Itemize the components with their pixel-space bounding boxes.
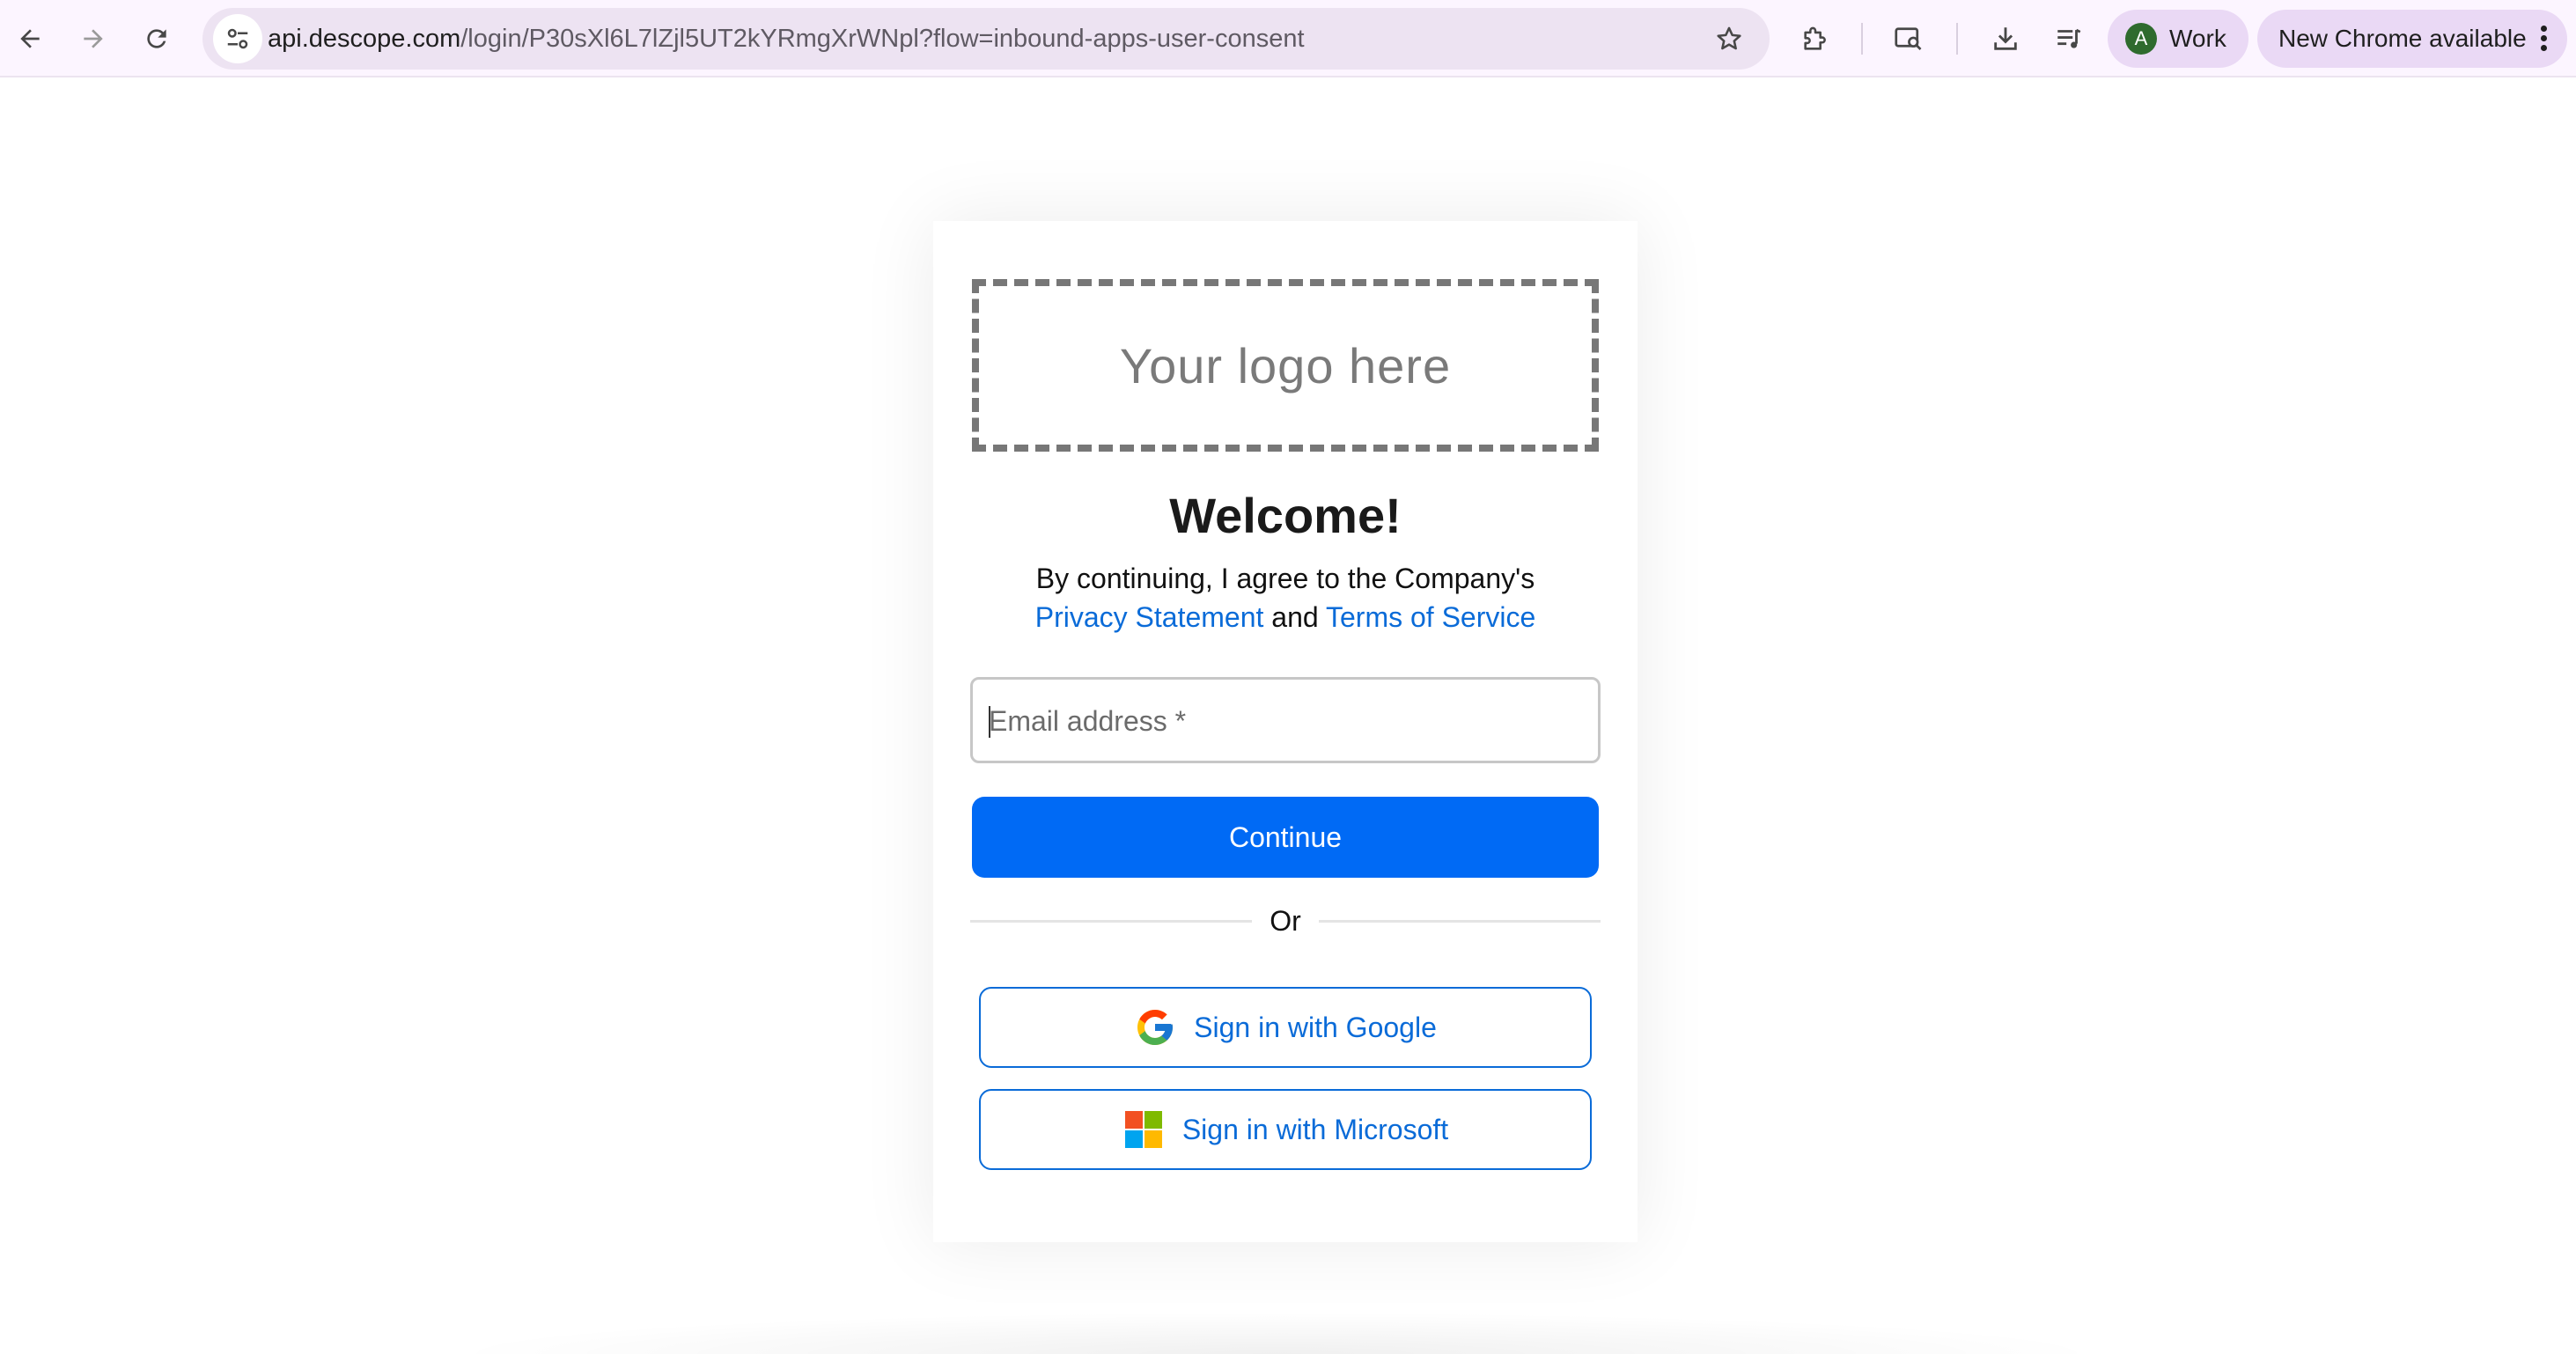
downloads-button[interactable]	[1979, 12, 2032, 65]
sign-in-microsoft-button[interactable]: Sign in with Microsoft	[979, 1089, 1592, 1170]
download-icon	[1994, 27, 2017, 50]
page-title: Welcome!	[1169, 488, 1402, 543]
profile-button[interactable]: A Work	[2108, 10, 2248, 68]
microsoft-logo-icon	[1122, 1108, 1165, 1151]
reload-button[interactable]	[130, 12, 183, 65]
sign-in-google-button[interactable]: Sign in with Google	[979, 987, 1592, 1068]
or-divider: Or	[970, 899, 1601, 943]
back-button[interactable]	[4, 12, 56, 65]
forward-button[interactable]	[67, 12, 120, 65]
email-input[interactable]	[987, 680, 1589, 762]
terms-of-service-link[interactable]: Terms of Service	[1326, 601, 1535, 633]
extensions-button[interactable]	[1789, 12, 1842, 65]
bookmark-star-icon	[1717, 26, 1741, 50]
logo-placeholder: Your logo here	[972, 279, 1599, 452]
more-vertical-icon	[2541, 26, 2548, 52]
divider-text: Or	[1270, 905, 1301, 937]
media-controls-button[interactable]	[2042, 12, 2095, 65]
bookmark-button[interactable]	[1704, 14, 1754, 63]
address-bar[interactable]: api.descope.com/login/P30sXl6L7lZjl5UT2k…	[202, 8, 1770, 70]
login-card: Your logo here Welcome! By continuing, I…	[933, 221, 1638, 1242]
consent-links-line: Privacy Statement and Terms of Service	[933, 598, 1638, 637]
browser-toolbar: api.descope.com/login/P30sXl6L7lZjl5UT2k…	[0, 0, 2576, 77]
chrome-update-button[interactable]: New Chrome available	[2257, 10, 2567, 68]
email-field[interactable]	[970, 677, 1601, 763]
forward-arrow-icon	[84, 29, 103, 48]
google-button-label: Sign in with Google	[1194, 1011, 1437, 1043]
url-host: api.descope.com	[268, 25, 461, 53]
text-caret	[989, 706, 990, 738]
url-text: api.descope.com/login/P30sXl6L7lZjl5UT2k…	[268, 8, 1305, 70]
consent-text: By continuing, I agree to the Company's …	[933, 559, 1638, 637]
consent-and: and	[1271, 601, 1319, 633]
media-control-icon	[2057, 28, 2081, 48]
toolbar-separator	[1956, 23, 1958, 55]
logo-placeholder-text: Your logo here	[1119, 337, 1452, 394]
toolbar-separator	[1861, 23, 1863, 55]
site-info-button[interactable]	[213, 14, 262, 63]
page-bottom-shadow	[440, 1312, 2113, 1354]
site-info-tune-icon	[227, 28, 248, 49]
update-label: New Chrome available	[2278, 25, 2527, 52]
privacy-statement-link[interactable]: Privacy Statement	[1035, 601, 1264, 633]
microsoft-button-label: Sign in with Microsoft	[1181, 1113, 1449, 1145]
tab-search-button[interactable]	[1882, 12, 1935, 65]
consent-prefix: By continuing, I agree to the Company's	[1035, 563, 1535, 594]
reload-icon	[147, 29, 166, 48]
google-logo-icon	[1134, 1006, 1176, 1049]
avatar: A	[2125, 23, 2157, 55]
continue-button[interactable]: Continue	[972, 797, 1599, 878]
tab-search-icon	[1895, 27, 1922, 50]
back-arrow-icon	[20, 29, 40, 48]
url-path: /login/P30sXl6L7lZjl5UT2kYRmgXrWNpl?flow…	[460, 25, 1305, 53]
profile-label: Work	[2169, 25, 2226, 52]
extensions-puzzle-icon	[1804, 26, 1826, 50]
